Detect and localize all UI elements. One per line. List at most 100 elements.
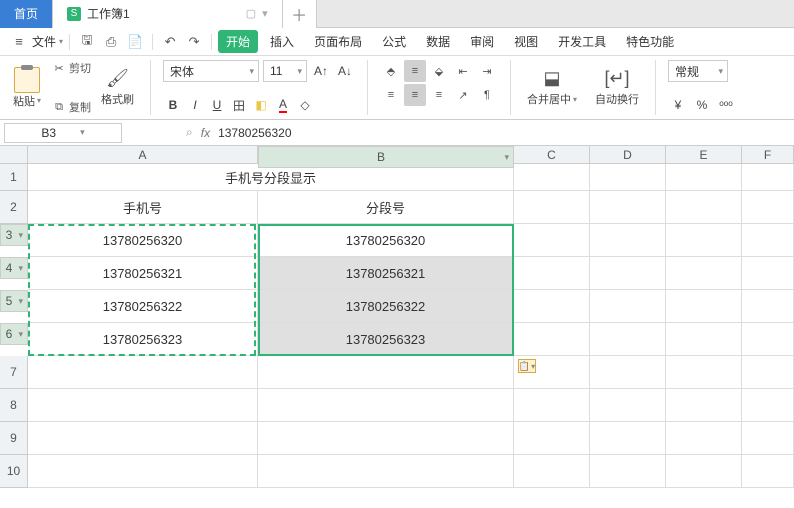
cell[interactable] xyxy=(28,455,258,488)
cell[interactable] xyxy=(666,257,742,290)
col-header-A[interactable]: A xyxy=(28,146,258,164)
tab-dropdown-icon[interactable]: ▾ xyxy=(262,7,268,20)
cell[interactable] xyxy=(666,164,742,191)
cell[interactable] xyxy=(590,164,666,191)
save-icon[interactable]: 🖫 xyxy=(76,32,98,52)
cell[interactable] xyxy=(590,389,666,422)
orientation-button[interactable]: ↗ xyxy=(452,84,474,106)
align-center-button[interactable]: ≡ xyxy=(404,84,426,106)
cell[interactable]: 分段号 xyxy=(258,191,514,224)
wrap-text-button[interactable]: [↵] 自动换行 xyxy=(591,60,643,115)
bold-button[interactable]: B xyxy=(163,95,183,115)
menu-5[interactable]: 审阅 xyxy=(462,30,502,53)
cell[interactable] xyxy=(590,257,666,290)
indent-dec-button[interactable]: ⇤ xyxy=(452,60,474,82)
clear-format-button[interactable]: ◇ xyxy=(295,95,315,115)
cell[interactable] xyxy=(666,224,742,257)
font-grow-button[interactable]: A↑ xyxy=(311,61,331,81)
col-header-E[interactable]: E xyxy=(666,146,742,164)
merge-center-button[interactable]: ⬓ 合并居中▾ xyxy=(523,60,581,115)
cell[interactable] xyxy=(28,389,258,422)
cell[interactable] xyxy=(590,455,666,488)
font-color-button[interactable]: A xyxy=(273,95,293,115)
cell[interactable] xyxy=(514,191,590,224)
col-header-C[interactable]: C xyxy=(514,146,590,164)
cell[interactable] xyxy=(258,422,514,455)
align-middle-button[interactable]: ≡ xyxy=(404,60,426,82)
cell[interactable] xyxy=(742,323,794,356)
cell[interactable] xyxy=(666,290,742,323)
cell[interactable] xyxy=(590,356,666,389)
row-header[interactable]: 4 xyxy=(0,257,28,279)
cell[interactable] xyxy=(742,356,794,389)
tab-add[interactable]: ＋ xyxy=(283,0,317,28)
cell[interactable] xyxy=(666,356,742,389)
fx-icon[interactable]: fx xyxy=(201,126,210,140)
align-left-button[interactable]: ≡ xyxy=(380,84,402,106)
cell[interactable]: 13780256321 xyxy=(258,257,514,290)
align-bottom-button[interactable]: ⬙ xyxy=(428,60,450,82)
tab-workbook[interactable]: S 工作簿1 ▢ ▾ xyxy=(53,0,283,28)
hamburger-icon[interactable]: ≡ xyxy=(8,32,30,52)
undo-icon[interactable]: ↶ xyxy=(159,32,181,52)
cell[interactable] xyxy=(666,455,742,488)
number-format-select[interactable]: 常规 xyxy=(668,60,728,82)
col-header-B[interactable]: B xyxy=(258,146,514,168)
cell[interactable] xyxy=(258,455,514,488)
cell[interactable]: 13780256322 xyxy=(28,290,258,323)
file-menu[interactable]: 文件▾ xyxy=(32,33,63,50)
menu-1[interactable]: 插入 xyxy=(262,30,302,53)
cell[interactable] xyxy=(590,422,666,455)
select-all-corner[interactable] xyxy=(0,146,28,164)
cell[interactable] xyxy=(742,257,794,290)
cell[interactable] xyxy=(666,422,742,455)
cell[interactable] xyxy=(742,224,794,257)
row-header[interactable]: 2 xyxy=(0,191,28,224)
cell[interactable] xyxy=(514,422,590,455)
menu-3[interactable]: 公式 xyxy=(374,30,414,53)
cell[interactable] xyxy=(666,323,742,356)
row-header[interactable]: 3 xyxy=(0,224,28,246)
row-header[interactable]: 6 xyxy=(0,323,28,345)
font-size-select[interactable]: 11 xyxy=(263,60,307,82)
cell-title[interactable]: 手机号分段显示 xyxy=(28,164,514,191)
cell[interactable] xyxy=(514,323,590,356)
formula-input[interactable]: 13780256320 xyxy=(218,126,291,140)
cell[interactable] xyxy=(590,323,666,356)
row-header[interactable]: 7 xyxy=(0,356,28,389)
italic-button[interactable]: I xyxy=(185,95,205,115)
cell[interactable] xyxy=(666,191,742,224)
cell[interactable] xyxy=(514,389,590,422)
row-header[interactable]: 1 xyxy=(0,164,28,191)
col-header-F[interactable]: F xyxy=(742,146,794,164)
row-header[interactable]: 10 xyxy=(0,455,28,488)
underline-button[interactable]: U xyxy=(207,95,227,115)
cell[interactable] xyxy=(590,224,666,257)
align-top-button[interactable]: ⬘ xyxy=(380,60,402,82)
cell[interactable]: 13780256320 xyxy=(28,224,258,257)
cell[interactable] xyxy=(514,455,590,488)
font-name-select[interactable]: 宋体 xyxy=(163,60,259,82)
menu-0[interactable]: 开始 xyxy=(218,30,258,53)
comma-button[interactable]: ᵒᵒᵒ xyxy=(716,95,736,115)
cell[interactable]: 手机号 xyxy=(28,191,258,224)
menu-2[interactable]: 页面布局 xyxy=(306,30,370,53)
fill-color-button[interactable]: ◧ xyxy=(251,95,271,115)
cell[interactable] xyxy=(742,422,794,455)
cell[interactable] xyxy=(514,164,590,191)
cell[interactable]: 13780256323 xyxy=(258,323,514,356)
spreadsheet-grid[interactable]: A B C D E F 1 手机号分段显示 2 手机号 分段号 31378025… xyxy=(0,146,794,488)
border-button[interactable]: 田 xyxy=(229,95,249,115)
cell[interactable]: 13780256321 xyxy=(28,257,258,290)
menu-6[interactable]: 视图 xyxy=(506,30,546,53)
cell[interactable] xyxy=(258,356,514,389)
cell[interactable] xyxy=(28,422,258,455)
font-shrink-button[interactable]: A↓ xyxy=(335,61,355,81)
cell[interactable]: 13780256322 xyxy=(258,290,514,323)
cell[interactable] xyxy=(590,290,666,323)
rtl-button[interactable]: ¶ xyxy=(476,84,498,106)
cell[interactable]: 13780256323 xyxy=(28,323,258,356)
cell[interactable] xyxy=(666,389,742,422)
cell[interactable] xyxy=(742,191,794,224)
cut-button[interactable]: ✂剪切 xyxy=(52,60,91,76)
